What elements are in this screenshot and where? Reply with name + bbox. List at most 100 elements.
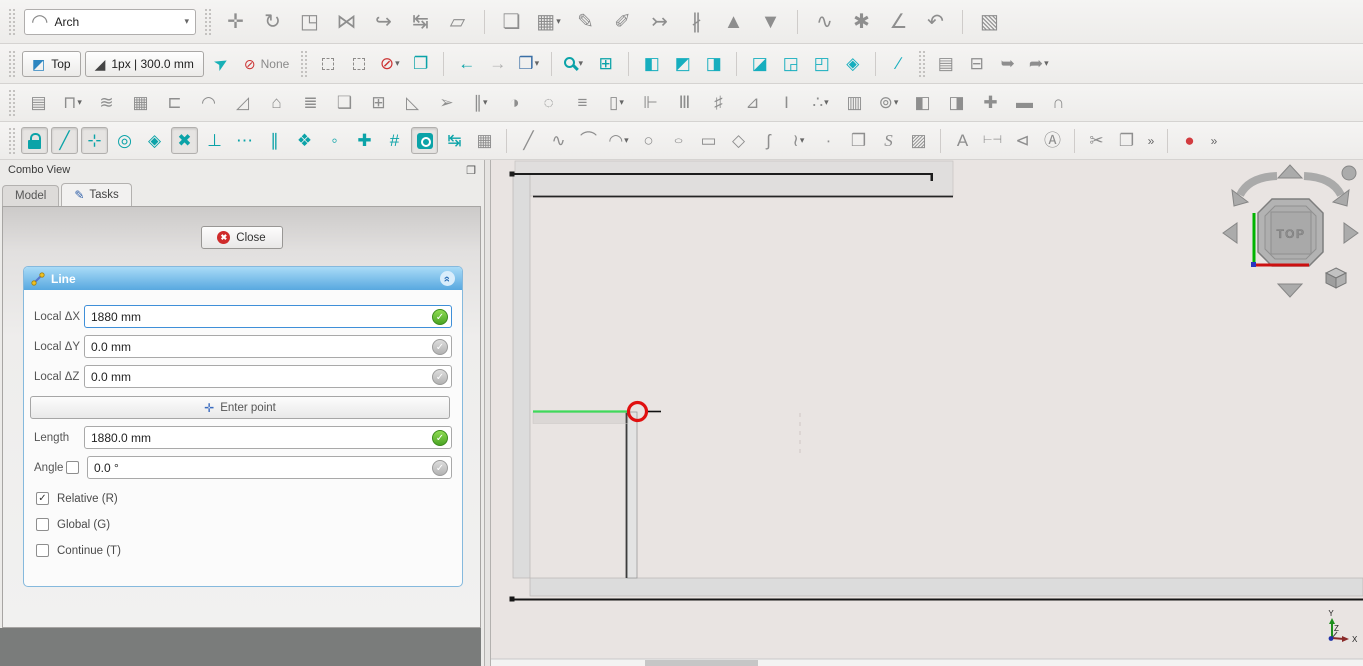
draft-polyline-button[interactable]: ∿ [545, 127, 572, 154]
workbench-selector-button[interactable]: ◠Arch▾ [24, 9, 196, 35]
draft-hatch-button[interactable]: ▨ [905, 127, 932, 154]
draft-shapestring-button[interactable]: S [875, 127, 902, 154]
arch-reference-button[interactable]: ➢ [433, 89, 460, 116]
snap-endpoint-button[interactable]: ╱ [51, 127, 78, 154]
edit-cut-button[interactable]: ✂ [1083, 127, 1110, 154]
apply-current-style-button[interactable]: ➤ [208, 50, 235, 77]
view-left-button[interactable]: ◰ [808, 50, 835, 77]
draft-bezier-tools-button[interactable]: ≀▾ [785, 127, 812, 154]
relative-checkbox[interactable]: ✓ [36, 492, 49, 505]
arch-truss-button[interactable]: ⊿ [739, 89, 766, 116]
arch-pipe-tools-button[interactable]: ∥▾ [467, 89, 494, 116]
enter-point-button[interactable]: ✛ Enter point [30, 396, 450, 419]
export-button[interactable]: ➥ [994, 50, 1021, 77]
snap-center-button[interactable]: ◎ [111, 127, 138, 154]
arch-add-component-button[interactable]: ✚ [977, 89, 1004, 116]
tab-tasks[interactable]: ✎ Tasks [61, 183, 131, 206]
share-export-button[interactable]: ➦▾ [1025, 50, 1052, 77]
draft-heal-button[interactable]: ✱ [846, 6, 877, 37]
arch-pipe-button[interactable]: ⊚▾ [875, 89, 902, 116]
arch-fence-button[interactable]: Ⅲ [671, 89, 698, 116]
arch-rebar-button[interactable]: ≋ [93, 89, 120, 116]
arch-profile-button[interactable]: I [773, 89, 800, 116]
nav-cube-face-label[interactable]: TOP [1277, 227, 1306, 241]
draft-stretch-button[interactable]: ▱ [442, 6, 473, 37]
arch-remove-component-button[interactable]: ▬ [1011, 89, 1038, 116]
local-dz-input[interactable] [84, 365, 452, 388]
length-input[interactable] [84, 426, 452, 449]
scrollbar-handle[interactable] [645, 660, 758, 666]
tab-model[interactable]: Model [2, 185, 59, 206]
draft-scale-button[interactable]: ◳ [294, 6, 325, 37]
macro-record-button[interactable]: ● [1176, 127, 1203, 154]
draft-arc-tools-button[interactable]: ◠▾ [605, 127, 632, 154]
draft-split-button[interactable]: ∦ [681, 6, 712, 37]
arch-schedule-button[interactable]: ▥ [841, 89, 868, 116]
snap-perpendicular-button[interactable]: ⊥ [201, 127, 228, 154]
middle-wall[interactable] [627, 412, 637, 578]
toolbar-expand-macro-button[interactable]: » [1206, 127, 1222, 154]
arch-railing-button[interactable]: ♯ [705, 89, 732, 116]
3d-viewport[interactable]: TOP Y X Z [491, 160, 1363, 666]
left-wall[interactable] [513, 174, 530, 578]
line-width-scale-button[interactable]: ◢1px | 300.0 mm [85, 51, 204, 77]
global-checkbox[interactable] [36, 518, 49, 531]
snap-grid-button[interactable]: # [381, 127, 408, 154]
arch-survey-button[interactable]: ∩ [1045, 89, 1072, 116]
nav-rotate-cw-icon[interactable] [1304, 176, 1341, 195]
draft-circle-button[interactable]: ○ [635, 127, 662, 154]
nav-forward-button[interactable]: → [484, 50, 511, 77]
toggle-clipping-plane-button[interactable]: ⊘▾ [376, 50, 403, 77]
top-wall[interactable] [515, 161, 953, 196]
arch-axis-tools-button[interactable]: ◑ [501, 89, 528, 116]
arch-wall-button[interactable]: ▤ [25, 89, 52, 116]
toolbar-grip[interactable] [9, 9, 15, 35]
draft-text-button[interactable]: A [949, 127, 976, 154]
arch-window-button[interactable]: ⊞ [365, 89, 392, 116]
toolbar-grip[interactable] [919, 51, 925, 77]
arch-space-button[interactable]: ❑ [331, 89, 358, 116]
draft-offset-button[interactable]: ↪ [368, 6, 399, 37]
view-bottom-button[interactable]: ◲ [777, 50, 804, 77]
draft-mirror-button[interactable]: ⋈ [331, 6, 362, 37]
draft-edit-button[interactable]: ✎ [570, 6, 601, 37]
snap-special-button[interactable]: ❖ [291, 127, 318, 154]
continue-checkbox[interactable] [36, 544, 49, 557]
nav-mini-cube[interactable] [1326, 268, 1346, 288]
snap-parallel-button[interactable]: ∥ [261, 127, 288, 154]
arch-frame-button[interactable]: ⊩ [637, 89, 664, 116]
draft-shape-2d-view-button[interactable]: ▧ [974, 6, 1005, 37]
scrollbar-track[interactable] [491, 659, 1363, 666]
local-dy-input[interactable] [84, 335, 452, 358]
draft-dimension-button[interactable]: ⊢⊣ [979, 127, 1006, 154]
annotation-styles-button[interactable]: Ⓐ [1039, 127, 1066, 154]
draft-slope-button[interactable]: ∠ [883, 6, 914, 37]
draft-clone-button[interactable]: ❏ [496, 6, 527, 37]
view-rear-button[interactable]: ◪ [746, 50, 773, 77]
draft-subelement-edit-button[interactable]: ✐ [607, 6, 638, 37]
nav-rotate-ccw-icon[interactable] [1240, 176, 1277, 195]
toolbar-grip[interactable] [301, 51, 307, 77]
nav-arrow-left[interactable] [1223, 223, 1237, 243]
snap-ortho-button[interactable]: ✚ [351, 127, 378, 154]
draft-rectangle-button[interactable]: ▭ [695, 127, 722, 154]
arch-building-button[interactable]: ⌂ [263, 89, 290, 116]
view-front-button[interactable]: ◧ [638, 50, 665, 77]
view-axonometric-button[interactable]: ◈ [839, 50, 866, 77]
draft-downgrade-button[interactable]: ▼ [755, 6, 786, 37]
refine-shape-button[interactable]: ▤ [932, 50, 959, 77]
toolbar-grip[interactable] [9, 90, 15, 116]
selection-mode-box-button[interactable] [345, 50, 372, 77]
draft-wire-to-bspline-button[interactable]: ∿ [809, 6, 840, 37]
arch-building-part-button[interactable]: ⊏ [161, 89, 188, 116]
arch-stairs-button[interactable]: ≡ [569, 89, 596, 116]
draft-label-button[interactable]: ⊲ [1009, 127, 1036, 154]
toolbar-grip[interactable] [205, 9, 211, 35]
toolbar-grip[interactable] [9, 128, 15, 154]
global-checkbox-row[interactable]: Global (G) [36, 518, 452, 531]
arch-project-button[interactable]: ◠ [195, 89, 222, 116]
arch-material-tools-button[interactable]: ∴▾ [807, 89, 834, 116]
nav-back-button[interactable]: ← [453, 50, 480, 77]
toolbar-grip[interactable] [9, 51, 15, 77]
close-task-button[interactable]: ✖ Close [201, 226, 283, 249]
